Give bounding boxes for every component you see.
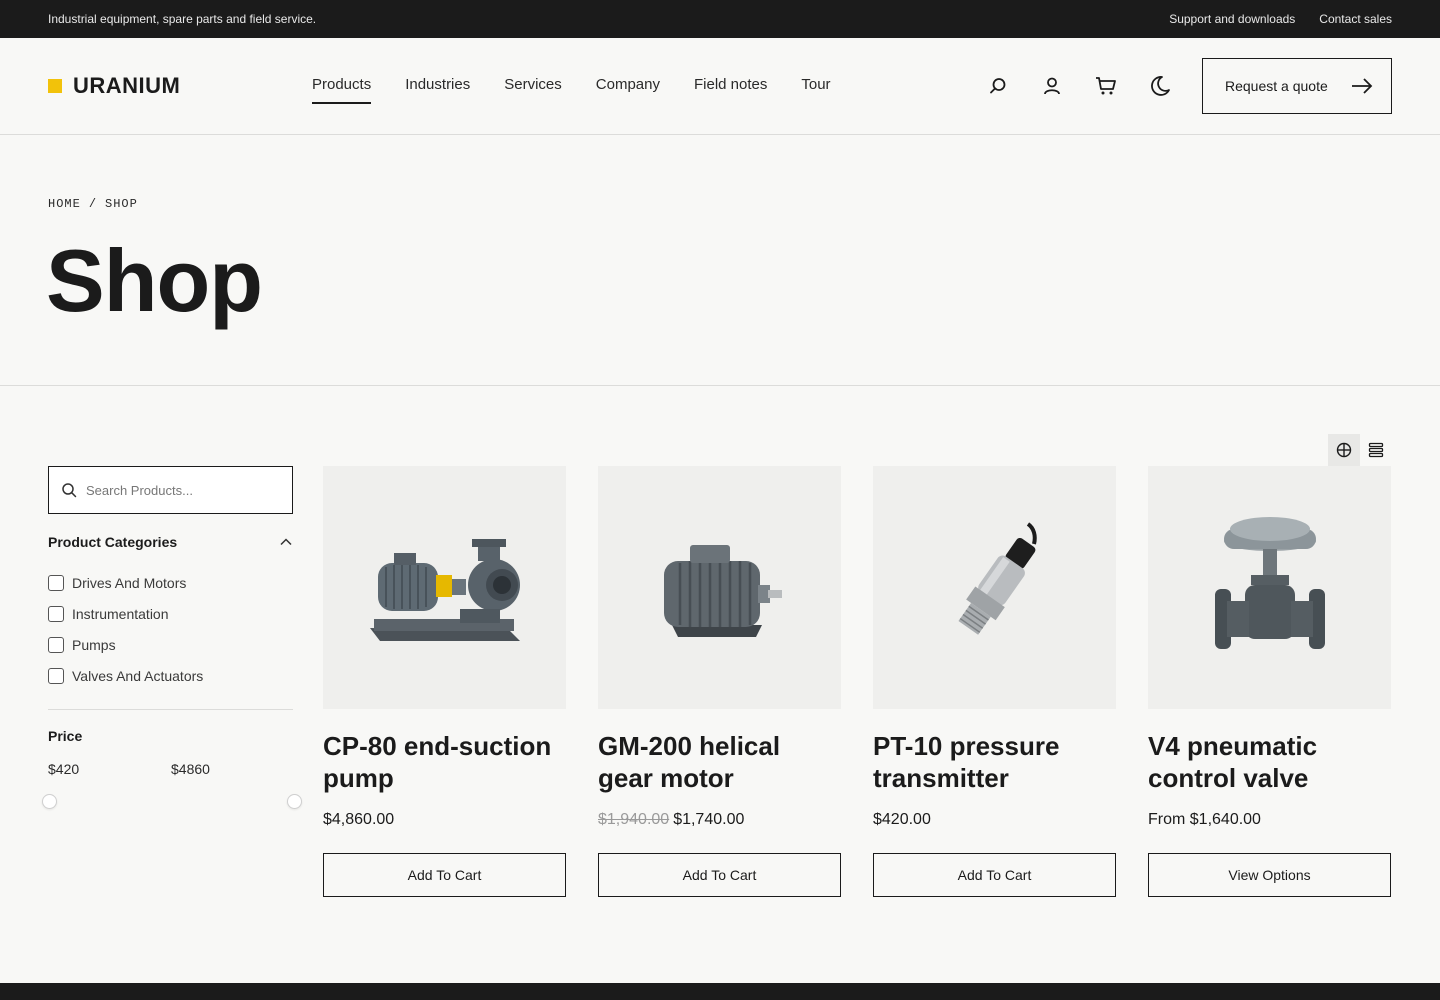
- product-image[interactable]: [873, 466, 1116, 709]
- nav-item-products[interactable]: Products: [312, 76, 372, 104]
- category-label: Valves And Actuators: [72, 667, 204, 684]
- page-title: Shop: [46, 231, 263, 330]
- product-current-price: From $1,640.00: [1148, 811, 1261, 828]
- view-options-button[interactable]: View Options: [1148, 853, 1391, 897]
- nav-item-industries[interactable]: Industries: [405, 76, 470, 103]
- product-image[interactable]: [598, 466, 841, 709]
- request-quote-button[interactable]: Request a quote: [1202, 58, 1392, 114]
- product-name[interactable]: V4 pneumatic control valve: [1148, 730, 1391, 794]
- product-name[interactable]: GM-200 helical gear motor: [598, 730, 841, 794]
- checkbox[interactable]: [48, 574, 64, 591]
- price-title: Price: [48, 728, 83, 744]
- category-valves-and-actuators[interactable]: Valves And Actuators: [48, 660, 293, 691]
- top-bar: Industrial equipment, spare parts and fi…: [0, 0, 1440, 38]
- topbar-links: Support and downloads Contact sales: [1169, 12, 1392, 26]
- moon-icon[interactable]: [1148, 74, 1172, 98]
- request-quote-label: Request a quote: [1225, 78, 1328, 94]
- product-card: V4 pneumatic control valve From $1,640.0…: [1148, 466, 1391, 897]
- product-current-price: $420.00: [873, 811, 931, 828]
- add-to-cart-button[interactable]: Add To Cart: [873, 853, 1116, 897]
- product-card: GM-200 helical gear motor $1,940.00 $1,74…: [598, 466, 841, 897]
- product-current-price: $1,740.00: [673, 811, 745, 828]
- price-values: $420 $4860: [48, 761, 293, 777]
- user-icon[interactable]: [1040, 74, 1064, 98]
- breadcrumb-home[interactable]: HOME: [48, 197, 81, 211]
- category-label: Drives And Motors: [72, 574, 187, 591]
- add-to-cart-button[interactable]: Add To Cart: [598, 853, 841, 897]
- category-list: Drives And Motors Instrumentation Pumps …: [48, 567, 293, 691]
- product-grid: CP-80 end-suction pump $4,860.00 Add To …: [323, 466, 1391, 897]
- product-name[interactable]: PT-10 pressure transmitter: [873, 730, 1116, 794]
- contact-sales-link[interactable]: Contact sales: [1319, 12, 1392, 26]
- category-pumps[interactable]: Pumps: [48, 629, 293, 660]
- checkbox[interactable]: [48, 667, 64, 684]
- nav-item-services[interactable]: Services: [504, 76, 562, 103]
- categories-toggle[interactable]: Product Categories: [48, 534, 293, 550]
- grid-view-icon[interactable]: [1328, 434, 1360, 466]
- product-price: $1,940.00 $1,740.00: [598, 811, 841, 833]
- logo-mark: [48, 79, 62, 93]
- search-icon: [62, 483, 77, 498]
- footer: [0, 983, 1440, 1000]
- sidebar-divider: [48, 709, 293, 710]
- product-name[interactable]: CP-80 end-suction pump: [323, 730, 566, 794]
- logo-text: URANIUM: [73, 73, 181, 98]
- search-input[interactable]: [86, 482, 276, 498]
- topbar-tagline: Industrial equipment, spare parts and fi…: [48, 12, 317, 26]
- pump-image: [369, 538, 520, 641]
- header-icons: [986, 74, 1172, 98]
- price-max: $4860: [171, 761, 210, 777]
- chevron-up-icon: [280, 538, 292, 546]
- product-current-price: $4,860.00: [323, 811, 395, 828]
- cart-icon[interactable]: [1094, 74, 1118, 98]
- product-price: $4,860.00: [323, 811, 566, 833]
- category-drives-and-motors[interactable]: Drives And Motors: [48, 567, 293, 598]
- filter-sidebar: Product Categories Drives And Motors Ins…: [42, 466, 302, 809]
- product-image[interactable]: [1148, 466, 1391, 709]
- product-card: CP-80 end-suction pump $4,860.00 Add To …: [323, 466, 566, 897]
- category-instrumentation[interactable]: Instrumentation: [48, 598, 293, 629]
- breadcrumb: HOME / SHOP: [48, 197, 138, 211]
- product-search: [48, 466, 293, 514]
- categories-title: Product Categories: [48, 534, 178, 550]
- pressure-transmitter-image: [957, 521, 1037, 635]
- price-max-handle[interactable]: [287, 794, 302, 809]
- checkbox[interactable]: [48, 605, 64, 622]
- price-min-handle[interactable]: [42, 794, 57, 809]
- product-price: $420.00: [873, 811, 1116, 833]
- add-to-cart-button[interactable]: Add To Cart: [323, 853, 566, 897]
- gear-motor-image: [663, 544, 782, 637]
- product-card: PT-10 pressure transmitter $420.00 Add T…: [873, 466, 1116, 897]
- page-hero: HOME / SHOP Shop: [0, 135, 1440, 386]
- price-min: $420: [48, 761, 80, 777]
- site-header: URANIUM Products Industries Services Com…: [0, 38, 1440, 135]
- view-toggle: [1328, 434, 1392, 466]
- list-view-icon[interactable]: [1360, 434, 1392, 466]
- breadcrumb-current: SHOP: [105, 197, 138, 211]
- logo[interactable]: URANIUM: [48, 73, 180, 99]
- breadcrumb-separator: /: [88, 197, 98, 211]
- product-image[interactable]: [323, 466, 566, 709]
- support-link[interactable]: Support and downloads: [1169, 12, 1295, 26]
- product-price: From $1,640.00: [1148, 811, 1391, 833]
- control-valve-image: [1214, 516, 1325, 649]
- search-icon[interactable]: [986, 74, 1010, 98]
- main-nav: Products Industries Services Company Fie…: [312, 76, 831, 104]
- product-old-price: $1,940.00: [598, 811, 670, 828]
- checkbox[interactable]: [48, 636, 64, 653]
- nav-item-tour[interactable]: Tour: [801, 76, 830, 103]
- nav-item-field-notes[interactable]: Field notes: [694, 76, 767, 103]
- category-label: Pumps: [72, 636, 116, 653]
- arrow-right-icon: [1352, 78, 1373, 94]
- category-label: Instrumentation: [72, 605, 169, 622]
- price-range-slider: [42, 794, 302, 809]
- nav-item-company[interactable]: Company: [596, 76, 660, 103]
